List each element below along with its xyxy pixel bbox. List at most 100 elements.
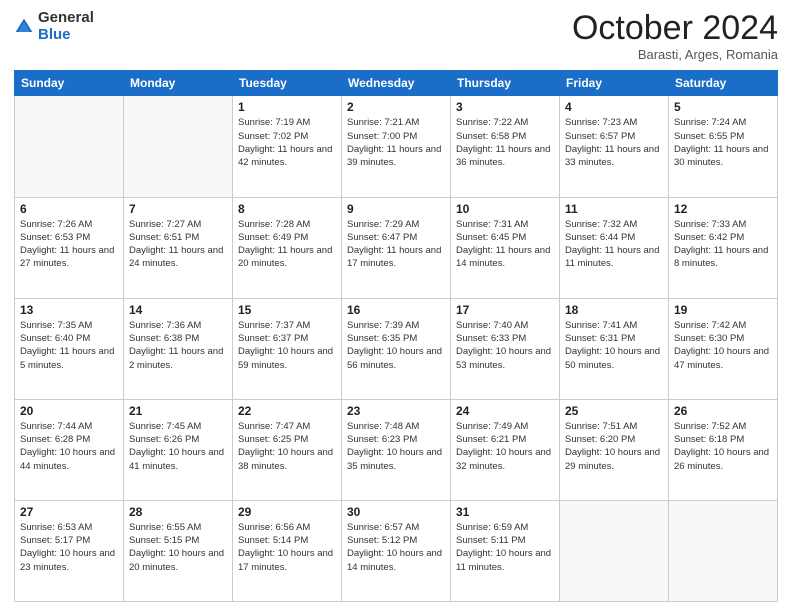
calendar-cell — [15, 96, 124, 197]
day-info: Sunrise: 7:19 AM Sunset: 7:02 PM Dayligh… — [238, 116, 336, 169]
calendar-cell: 3 Sunrise: 7:22 AM Sunset: 6:58 PM Daylig… — [451, 96, 560, 197]
day-info: Sunrise: 7:21 AM Sunset: 7:00 PM Dayligh… — [347, 116, 445, 169]
day-info: Sunrise: 7:42 AM Sunset: 6:30 PM Dayligh… — [674, 319, 772, 372]
calendar-cell — [124, 96, 233, 197]
day-number: 19 — [674, 303, 772, 317]
calendar-cell: 28 Sunrise: 6:55 AM Sunset: 5:15 PM Dayli… — [124, 500, 233, 601]
calendar-cell — [560, 500, 669, 601]
header-row: Sunday Monday Tuesday Wednesday Thursday… — [15, 71, 778, 96]
calendar-cell: 30 Sunrise: 6:57 AM Sunset: 5:12 PM Dayli… — [342, 500, 451, 601]
col-friday: Friday — [560, 71, 669, 96]
day-number: 9 — [347, 202, 445, 216]
day-number: 31 — [456, 505, 554, 519]
calendar-cell: 16 Sunrise: 7:39 AM Sunset: 6:35 PM Dayli… — [342, 298, 451, 399]
day-info: Sunrise: 7:31 AM Sunset: 6:45 PM Dayligh… — [456, 218, 554, 271]
day-number: 28 — [129, 505, 227, 519]
calendar-cell — [669, 500, 778, 601]
day-info: Sunrise: 6:57 AM Sunset: 5:12 PM Dayligh… — [347, 521, 445, 574]
calendar-cell: 5 Sunrise: 7:24 AM Sunset: 6:55 PM Daylig… — [669, 96, 778, 197]
calendar-cell: 2Sunrise: 7:21 AM Sunset: 7:00 PM Daylig… — [342, 96, 451, 197]
calendar-week-3: 13 Sunrise: 7:35 AM Sunset: 6:40 PM Dayli… — [15, 298, 778, 399]
calendar-body: 1 Sunrise: 7:19 AM Sunset: 7:02 PM Daylig… — [15, 96, 778, 602]
col-monday: Monday — [124, 71, 233, 96]
calendar-cell: 21 Sunrise: 7:45 AM Sunset: 6:26 PM Dayli… — [124, 399, 233, 500]
calendar-cell: 20 Sunrise: 7:44 AM Sunset: 6:28 PM Dayli… — [15, 399, 124, 500]
calendar-cell: 26Sunrise: 7:52 AM Sunset: 6:18 PM Dayli… — [669, 399, 778, 500]
day-number: 23 — [347, 404, 445, 418]
day-number: 11 — [565, 202, 663, 216]
day-number: 21 — [129, 404, 227, 418]
day-number: 16 — [347, 303, 445, 317]
logo-icon — [14, 17, 34, 37]
calendar-cell: 6 Sunrise: 7:26 AM Sunset: 6:53 PM Daylig… — [15, 197, 124, 298]
calendar-cell: 19 Sunrise: 7:42 AM Sunset: 6:30 PM Dayli… — [669, 298, 778, 399]
calendar-cell: 17Sunrise: 7:40 AM Sunset: 6:33 PM Dayli… — [451, 298, 560, 399]
day-info: Sunrise: 7:26 AM Sunset: 6:53 PM Dayligh… — [20, 218, 118, 271]
header: General Blue October 2024 Barasti, Arges… — [14, 10, 778, 62]
day-number: 1 — [238, 100, 336, 114]
day-number: 14 — [129, 303, 227, 317]
calendar-cell: 29Sunrise: 6:56 AM Sunset: 5:14 PM Dayli… — [233, 500, 342, 601]
day-info: Sunrise: 7:48 AM Sunset: 6:23 PM Dayligh… — [347, 420, 445, 473]
calendar-week-2: 6 Sunrise: 7:26 AM Sunset: 6:53 PM Daylig… — [15, 197, 778, 298]
day-info: Sunrise: 7:47 AM Sunset: 6:25 PM Dayligh… — [238, 420, 336, 473]
calendar-cell: 8Sunrise: 7:28 AM Sunset: 6:49 PM Daylig… — [233, 197, 342, 298]
calendar-cell: 11 Sunrise: 7:32 AM Sunset: 6:44 PM Dayli… — [560, 197, 669, 298]
day-number: 5 — [674, 100, 772, 114]
day-info: Sunrise: 6:53 AM Sunset: 5:17 PM Dayligh… — [20, 521, 118, 574]
calendar-cell: 25Sunrise: 7:51 AM Sunset: 6:20 PM Dayli… — [560, 399, 669, 500]
calendar-cell: 4 Sunrise: 7:23 AM Sunset: 6:57 PM Daylig… — [560, 96, 669, 197]
col-sunday: Sunday — [15, 71, 124, 96]
day-info: Sunrise: 7:33 AM Sunset: 6:42 PM Dayligh… — [674, 218, 772, 271]
day-number: 22 — [238, 404, 336, 418]
day-number: 20 — [20, 404, 118, 418]
calendar-cell: 31Sunrise: 6:59 AM Sunset: 5:11 PM Dayli… — [451, 500, 560, 601]
day-info: Sunrise: 7:45 AM Sunset: 6:26 PM Dayligh… — [129, 420, 227, 473]
calendar-cell: 1 Sunrise: 7:19 AM Sunset: 7:02 PM Daylig… — [233, 96, 342, 197]
day-info: Sunrise: 7:41 AM Sunset: 6:31 PM Dayligh… — [565, 319, 663, 372]
logo: General Blue — [14, 10, 94, 43]
day-number: 18 — [565, 303, 663, 317]
calendar-cell: 23 Sunrise: 7:48 AM Sunset: 6:23 PM Dayli… — [342, 399, 451, 500]
day-number: 6 — [20, 202, 118, 216]
day-number: 4 — [565, 100, 663, 114]
day-info: Sunrise: 7:39 AM Sunset: 6:35 PM Dayligh… — [347, 319, 445, 372]
logo-general: General — [38, 9, 94, 26]
calendar-table: Sunday Monday Tuesday Wednesday Thursday… — [14, 70, 778, 602]
logo-blue: Blue — [38, 26, 71, 43]
calendar-cell: 13 Sunrise: 7:35 AM Sunset: 6:40 PM Dayli… — [15, 298, 124, 399]
calendar-week-1: 1 Sunrise: 7:19 AM Sunset: 7:02 PM Daylig… — [15, 96, 778, 197]
day-info: Sunrise: 7:35 AM Sunset: 6:40 PM Dayligh… — [20, 319, 118, 372]
day-info: Sunrise: 7:27 AM Sunset: 6:51 PM Dayligh… — [129, 218, 227, 271]
day-number: 24 — [456, 404, 554, 418]
day-info: Sunrise: 7:23 AM Sunset: 6:57 PM Dayligh… — [565, 116, 663, 169]
calendar-week-4: 20 Sunrise: 7:44 AM Sunset: 6:28 PM Dayli… — [15, 399, 778, 500]
logo-text: General Blue — [38, 10, 94, 43]
day-info: Sunrise: 7:22 AM Sunset: 6:58 PM Dayligh… — [456, 116, 554, 169]
month-title: October 2024 — [572, 10, 778, 47]
calendar-cell: 7Sunrise: 7:27 AM Sunset: 6:51 PM Daylig… — [124, 197, 233, 298]
day-number: 13 — [20, 303, 118, 317]
calendar-cell: 22 Sunrise: 7:47 AM Sunset: 6:25 PM Dayli… — [233, 399, 342, 500]
day-number: 3 — [456, 100, 554, 114]
day-number: 10 — [456, 202, 554, 216]
day-info: Sunrise: 7:44 AM Sunset: 6:28 PM Dayligh… — [20, 420, 118, 473]
day-number: 30 — [347, 505, 445, 519]
day-info: Sunrise: 7:36 AM Sunset: 6:38 PM Dayligh… — [129, 319, 227, 372]
subtitle: Barasti, Arges, Romania — [572, 47, 778, 62]
col-thursday: Thursday — [451, 71, 560, 96]
day-info: Sunrise: 7:32 AM Sunset: 6:44 PM Dayligh… — [565, 218, 663, 271]
day-number: 8 — [238, 202, 336, 216]
calendar-cell: 18 Sunrise: 7:41 AM Sunset: 6:31 PM Dayli… — [560, 298, 669, 399]
day-number: 26 — [674, 404, 772, 418]
day-number: 25 — [565, 404, 663, 418]
calendar-cell: 10 Sunrise: 7:31 AM Sunset: 6:45 PM Dayli… — [451, 197, 560, 298]
calendar-cell: 24Sunrise: 7:49 AM Sunset: 6:21 PM Dayli… — [451, 399, 560, 500]
day-info: Sunrise: 6:55 AM Sunset: 5:15 PM Dayligh… — [129, 521, 227, 574]
calendar-cell: 15Sunrise: 7:37 AM Sunset: 6:37 PM Dayli… — [233, 298, 342, 399]
calendar-cell: 14 Sunrise: 7:36 AM Sunset: 6:38 PM Dayli… — [124, 298, 233, 399]
day-info: Sunrise: 6:56 AM Sunset: 5:14 PM Dayligh… — [238, 521, 336, 574]
day-info: Sunrise: 7:24 AM Sunset: 6:55 PM Dayligh… — [674, 116, 772, 169]
col-tuesday: Tuesday — [233, 71, 342, 96]
calendar-cell: 9Sunrise: 7:29 AM Sunset: 6:47 PM Daylig… — [342, 197, 451, 298]
